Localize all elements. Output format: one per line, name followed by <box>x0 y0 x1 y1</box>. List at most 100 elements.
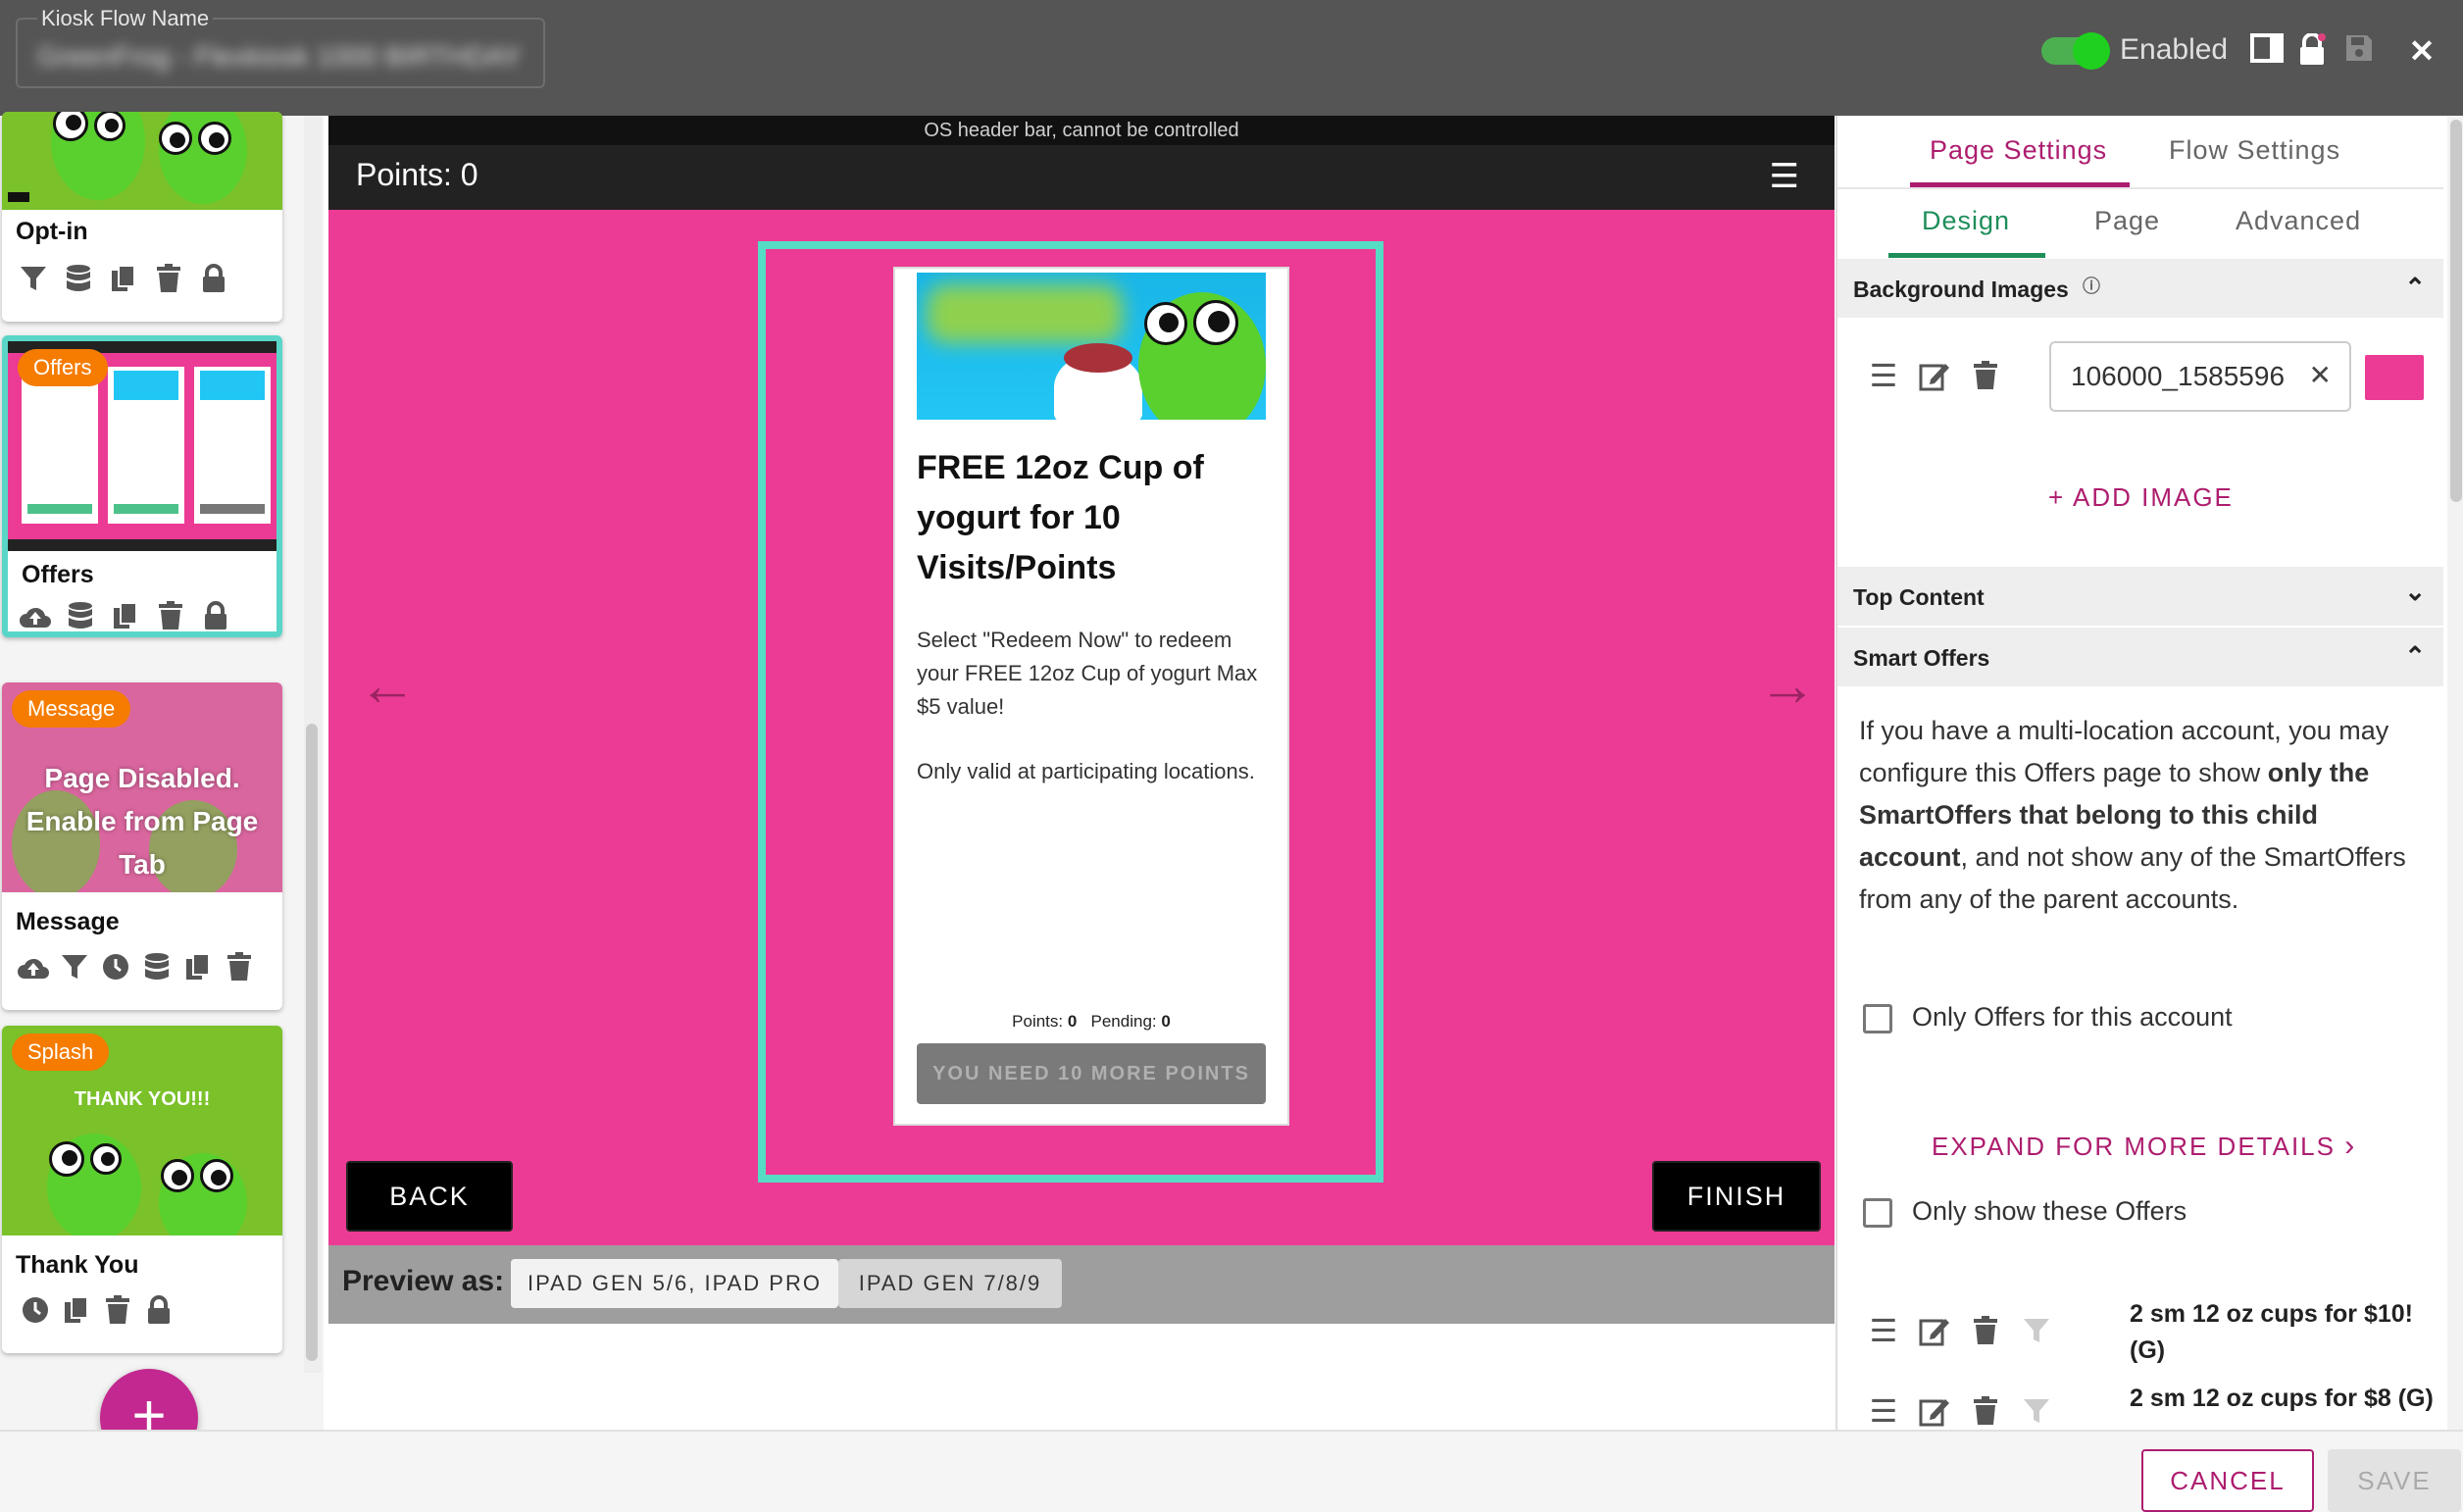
only-show-offers-checkbox-row[interactable]: Only show these Offers <box>1863 1196 2187 1228</box>
edit-icon[interactable] <box>1916 1392 1953 1430</box>
finish-button[interactable]: FINISH <box>1652 1161 1821 1232</box>
enabled-toggle[interactable] <box>2041 32 2110 70</box>
filter-icon[interactable] <box>2018 1312 2055 1349</box>
chevron-up-icon[interactable]: ⌃ <box>2404 641 2426 672</box>
close-icon[interactable]: ✕ <box>2404 33 2439 69</box>
preview-area: OS header bar, cannot be controlled Poin… <box>328 116 1835 1430</box>
clock-icon[interactable] <box>18 1292 53 1328</box>
filter-icon[interactable] <box>57 949 92 984</box>
arrow-left-icon[interactable]: ← <box>358 651 417 719</box>
copy-icon[interactable] <box>59 1292 94 1328</box>
filter-icon[interactable] <box>16 261 51 296</box>
offer-terms: Only valid at participating locations. <box>917 759 1255 783</box>
page-card-thank-you[interactable]: THANK YOU!!! Splash Thank You <box>2 1026 282 1353</box>
clock-icon[interactable] <box>98 949 133 984</box>
chevron-down-icon[interactable]: ⌄ <box>2404 577 2426 607</box>
page-card-actions <box>18 598 233 631</box>
save-button[interactable]: SAVE <box>2328 1449 2461 1512</box>
save-icon[interactable] <box>2341 33 2377 69</box>
top-content-header[interactable]: Top Content ⌄ <box>1837 567 2443 626</box>
image-row-actions: ☰ <box>1865 357 2004 394</box>
tab-design[interactable]: Design <box>1922 206 2010 236</box>
offer-card[interactable]: FREE 12oz Cup of yogurt for 10 Visits/Po… <box>893 267 1289 1126</box>
arrow-right-icon[interactable]: → <box>1758 651 1817 719</box>
kiosk-stage: ← → FREE 12oz Cup of yogurt for 10 Visit… <box>328 210 1835 1245</box>
expand-details-link[interactable]: EXPAND FOR MORE DETAILS › <box>1932 1130 2356 1163</box>
add-image-button[interactable]: + ADD IMAGE <box>2048 482 2234 513</box>
offer-image <box>917 273 1266 420</box>
clear-icon[interactable]: ✕ <box>2309 359 2332 391</box>
lock-icon[interactable] <box>2294 32 2330 69</box>
page-card-optin[interactable]: Opt-in <box>2 112 282 322</box>
smart-offers-description: If you have a multi-location account, yo… <box>1859 716 2406 914</box>
enabled-label: Enabled <box>2120 33 2229 66</box>
only-offers-checkbox-row[interactable]: Only Offers for this account <box>1863 1002 2233 1033</box>
kiosk-flow-name-value[interactable]: GreenFrog - Flexkiosk 1000 BIRTHDAY (S <box>37 41 528 73</box>
copy-icon[interactable] <box>106 261 141 296</box>
tab-advanced[interactable]: Advanced <box>2236 206 2361 236</box>
trash-icon[interactable] <box>1967 1312 2004 1349</box>
trash-icon[interactable] <box>1967 1392 2004 1430</box>
drag-handle-icon[interactable]: ☰ <box>1865 357 1902 394</box>
tablet-icon[interactable] <box>2249 33 2285 69</box>
background-images-header[interactable]: Background Images ⓘ ⌃ <box>1837 259 2443 318</box>
drag-handle-icon[interactable]: ☰ <box>1865 1312 1902 1349</box>
points-label: Points: 0 <box>356 157 478 192</box>
page-type-badge: Message <box>12 690 131 728</box>
page-list-panel: Opt-in Offers Offers Page Disabled. Enab… <box>0 112 324 1430</box>
page-card-message[interactable]: Page Disabled. Enable from Page Tab Mess… <box>2 682 282 1010</box>
page-card-offers[interactable]: Offers Offers <box>2 335 282 637</box>
info-icon[interactable]: ⓘ <box>2083 273 2100 298</box>
database-icon[interactable] <box>63 598 98 631</box>
edit-icon[interactable] <box>1916 357 1953 394</box>
trash-icon[interactable] <box>100 1292 135 1328</box>
tab-page-settings[interactable]: Page Settings <box>1930 135 2107 166</box>
trash-icon[interactable] <box>1967 357 2004 394</box>
database-icon[interactable] <box>61 261 96 296</box>
settings-scrollbar[interactable] <box>2447 116 2463 1430</box>
menu-icon[interactable]: ☰ <box>1770 157 1799 196</box>
back-button[interactable]: BACK <box>346 1161 513 1232</box>
redeem-button[interactable]: YOU NEED 10 MORE POINTS <box>917 1043 1266 1104</box>
drag-handle-icon[interactable]: ☰ <box>1865 1392 1902 1430</box>
top-bar: Kiosk Flow Name GreenFrog - Flexkiosk 10… <box>0 0 2463 116</box>
preview-as-label: Preview as: <box>342 1265 505 1297</box>
lock-icon[interactable] <box>141 1292 176 1328</box>
trash-icon[interactable] <box>151 261 186 296</box>
offer-points-line: Points: 0 Pending: 0 <box>1012 1012 1171 1031</box>
upload-icon[interactable] <box>16 949 51 984</box>
os-header-bar: OS header bar, cannot be controlled <box>328 116 1835 145</box>
upload-icon[interactable] <box>18 598 53 631</box>
filter-icon[interactable] <box>2018 1392 2055 1430</box>
trash-icon[interactable] <box>153 598 188 631</box>
cancel-button[interactable]: CANCEL <box>2141 1449 2314 1512</box>
offer-row-actions: ☰ <box>1865 1312 2055 1349</box>
edit-icon[interactable] <box>1916 1312 1953 1349</box>
page-card-actions <box>18 1292 176 1328</box>
device-ipad-gen-7-8-9[interactable]: IPAD GEN 7/8/9 <box>838 1259 1062 1308</box>
device-ipad-gen-5-6[interactable]: IPAD GEN 5/6, IPAD PRO <box>511 1259 838 1308</box>
chevron-up-icon[interactable]: ⌃ <box>2404 273 2426 303</box>
trash-icon[interactable] <box>222 949 257 984</box>
page-list-scrollbar[interactable] <box>304 116 322 1373</box>
tab-flow-settings[interactable]: Flow Settings <box>2169 135 2340 166</box>
only-offers-checkbox[interactable] <box>1863 1003 1892 1033</box>
offer-item[interactable]: 2 sm 12 oz cups for $8 (G) <box>2130 1381 2434 1430</box>
copy-icon[interactable] <box>108 598 143 631</box>
tab-page[interactable]: Page <box>2094 206 2160 236</box>
database-icon[interactable] <box>139 949 175 984</box>
background-image-value: 106000_1585596 <box>2071 361 2286 391</box>
lock-icon[interactable] <box>198 598 233 631</box>
page-card-title: Opt-in <box>16 218 88 245</box>
smart-offers-header[interactable]: Smart Offers ⌃ <box>1837 628 2443 686</box>
copy-icon[interactable] <box>180 949 216 984</box>
background-image-input[interactable]: 106000_1585596 ✕ <box>2049 341 2351 412</box>
offer-item[interactable]: 2 sm 12 oz cups for $10! (G) <box>2130 1296 2434 1369</box>
background-color-swatch[interactable] <box>2365 355 2424 400</box>
only-show-offers-checkbox[interactable] <box>1863 1197 1892 1228</box>
page-card-title: Message <box>16 908 120 935</box>
kiosk-flow-name-label: Kiosk Flow Name <box>37 6 214 31</box>
bottom-bar: CANCEL SAVE <box>0 1430 2463 1512</box>
kiosk-header: Points: 0 ☰ <box>328 145 1835 210</box>
lock-icon[interactable] <box>196 261 231 296</box>
